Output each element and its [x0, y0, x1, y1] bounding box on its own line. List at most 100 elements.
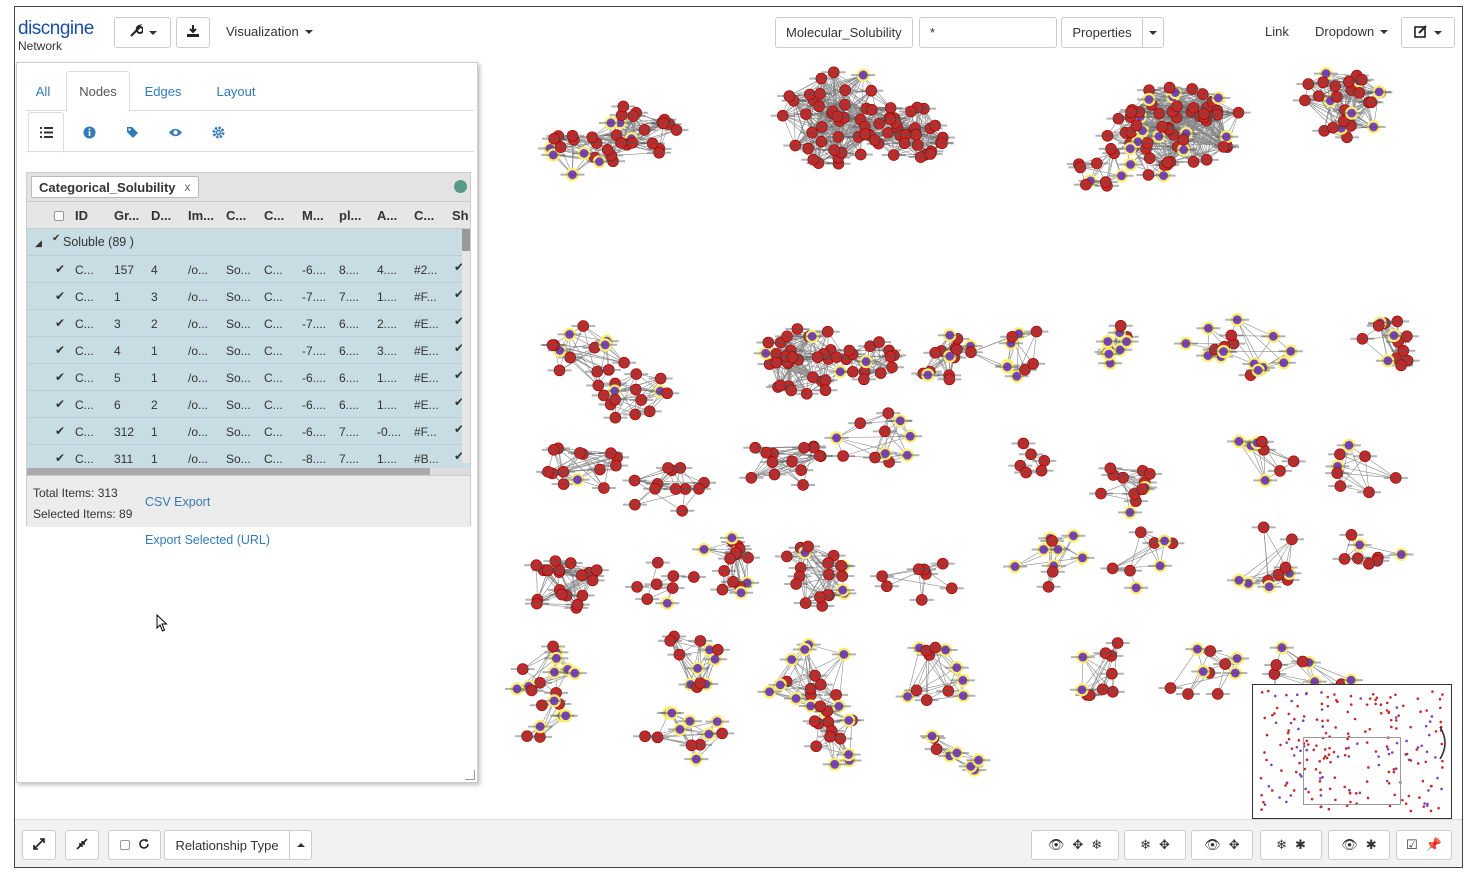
column-header[interactable]: pl...	[339, 208, 361, 223]
row-checkbox[interactable]: ✔	[55, 344, 65, 356]
node-label-mark	[870, 575, 895, 578]
minimap-node	[1438, 697, 1442, 701]
column-header[interactable]: ID	[75, 208, 88, 223]
row-checkbox[interactable]: ✔	[55, 452, 65, 464]
scrollbar-thumb[interactable]	[462, 229, 470, 251]
checkbox-icon[interactable]: ☑	[1406, 837, 1418, 853]
export-selected-link[interactable]: Export Selected (URL)	[145, 533, 270, 547]
eye-icon[interactable]	[157, 112, 193, 153]
column-header[interactable]: M...	[302, 208, 324, 223]
asterisk-icon[interactable]: ✱	[1366, 837, 1377, 853]
show-hide-group-3[interactable]: 👁 ✥	[1191, 830, 1253, 860]
csv-export-link[interactable]: CSV Export	[145, 495, 210, 509]
move-icon[interactable]: ✥	[1229, 837, 1240, 853]
select-pin-group[interactable]: ☑ 📌	[1396, 830, 1452, 860]
tab-layout[interactable]: Layout	[206, 71, 266, 111]
table-row[interactable]: ✔ C... 1 3/o... So... C... -7.... 7.... 1.... #F.…	[27, 283, 470, 310]
move-icon[interactable]: ✥	[1159, 837, 1170, 853]
visualization-menu[interactable]: Visualization	[226, 24, 313, 39]
eye-slash-icon[interactable]: ❄	[1091, 837, 1102, 853]
eye-slash-icon[interactable]: ❄	[1140, 837, 1151, 853]
row-checkbox[interactable]: ✔	[55, 398, 65, 410]
eye-icon[interactable]: 👁	[1048, 837, 1065, 853]
minimap-node	[1273, 712, 1276, 715]
tab-nodes[interactable]: Nodes	[66, 71, 130, 112]
asterisk-icon[interactable]: ✱	[1295, 837, 1306, 853]
dataset-select[interactable]: Molecular_Solubility	[775, 17, 913, 48]
edit-dropdown-button[interactable]	[1401, 17, 1455, 48]
table-row[interactable]: ✔ C... 4 1/o... So... C... -7.... 6.... 3.... #E.…	[27, 337, 470, 364]
collapse-button[interactable]	[65, 830, 99, 860]
minimap-handle-icon[interactable]	[1438, 725, 1452, 761]
auto-refresh-toggle[interactable]	[108, 830, 161, 860]
column-header[interactable]: A...	[377, 208, 397, 223]
column-header[interactable]: C...	[264, 208, 284, 223]
collapse-triangle-icon[interactable]: ◢	[35, 238, 42, 249]
tab-edges[interactable]: Edges	[138, 71, 188, 111]
info-icon[interactable]	[71, 112, 107, 153]
table-row[interactable]: ✔ C... 3 2/o... So... C... -7.... 6.... 2.... #E.…	[27, 310, 470, 337]
table-row[interactable]: ✔ C... 312 1/o... So... C... -6.... 7.... -0....…	[27, 418, 470, 445]
group-by-chip[interactable]: Categorical_Solubility x	[31, 176, 199, 198]
node-label-mark	[1032, 459, 1057, 462]
column-header[interactable]: C...	[226, 208, 246, 223]
group-checkbox[interactable]: ✔	[52, 234, 62, 244]
tag-icon[interactable]	[114, 112, 150, 153]
relationship-type-select[interactable]: Relationship Type	[164, 830, 290, 860]
row-checkbox[interactable]: ✔	[55, 317, 65, 329]
node-label-mark	[1130, 488, 1155, 491]
table-row[interactable]: ✔ C... 6 2/o... So... C... -6.... 6.... 1.... #E.…	[27, 391, 470, 418]
node-label-mark	[830, 589, 855, 592]
expand-button[interactable]	[22, 830, 56, 860]
horizontal-scrollbar[interactable]	[27, 468, 470, 475]
scrollbar-thumb[interactable]	[27, 468, 430, 475]
gear-icon[interactable]	[200, 112, 236, 153]
relationship-type-toggle[interactable]	[289, 830, 312, 860]
minimap-viewport[interactable]	[1303, 737, 1401, 805]
minimap-node	[1278, 796, 1281, 799]
minimap-node	[1327, 807, 1331, 811]
column-header[interactable]: C...	[414, 208, 434, 223]
vertical-scrollbar[interactable]	[462, 229, 470, 463]
row-checkbox[interactable]: ✔	[55, 290, 65, 302]
row-checkbox[interactable]: ✔	[55, 425, 65, 437]
node-label-mark	[1135, 141, 1160, 144]
show-hide-group-1[interactable]: 👁 ✥ ❄	[1031, 830, 1119, 860]
download-button[interactable]	[176, 17, 210, 48]
minimap[interactable]	[1252, 684, 1452, 819]
tab-all[interactable]: All	[26, 71, 60, 111]
minimap-node	[1389, 696, 1392, 699]
column-header[interactable]: Gr...	[114, 208, 139, 223]
eye-icon[interactable]: 👁	[1341, 837, 1358, 853]
column-header[interactable]: Im...	[188, 208, 214, 223]
show-hide-group-2[interactable]: ❄ ✥	[1124, 830, 1186, 860]
move-icon[interactable]: ✥	[1072, 837, 1083, 853]
tools-dropdown-button[interactable]	[114, 17, 171, 48]
column-header[interactable]: Sh	[452, 208, 469, 223]
group-row[interactable]: ◢ ✔ Soluble (89 )	[27, 229, 470, 256]
remove-group-button[interactable]: x	[185, 180, 191, 194]
dropdown-menu[interactable]: Dropdown	[1315, 24, 1389, 39]
collapse-toggle-icon[interactable]	[454, 180, 467, 193]
show-hide-group-4[interactable]: ❄ ✱	[1260, 830, 1322, 860]
table-row[interactable]: ✔ C... 157 4/o... So... C... -6.... 8.... 4.... #…	[27, 256, 470, 283]
pin-icon[interactable]: 📌	[1426, 837, 1442, 853]
properties-dropdown-toggle[interactable]	[1142, 17, 1164, 48]
node-label-mark	[822, 763, 847, 766]
column-header[interactable]: D...	[151, 208, 171, 223]
row-checkbox[interactable]: ✔	[55, 263, 65, 275]
resize-handle[interactable]	[465, 770, 475, 780]
eye-icon[interactable]: 👁	[1204, 837, 1221, 853]
node-label-mark	[775, 335, 800, 338]
row-checkbox[interactable]: ✔	[55, 371, 65, 383]
link-menu[interactable]: Link	[1265, 24, 1289, 39]
select-all-checkbox[interactable]	[54, 211, 64, 221]
properties-button[interactable]: Properties	[1061, 17, 1143, 48]
auto-refresh-checkbox[interactable]	[119, 840, 130, 850]
list-icon[interactable]	[28, 112, 64, 153]
filter-input[interactable]: *	[919, 17, 1057, 48]
table-row[interactable]: ✔ C... 5 1/o... So... C... -6.... 6.... 1.... #E.…	[27, 364, 470, 391]
eye-slash-icon[interactable]: ❄	[1276, 837, 1287, 853]
table-cell: 6....	[339, 371, 360, 385]
show-hide-group-5[interactable]: 👁 ✱	[1328, 830, 1390, 860]
